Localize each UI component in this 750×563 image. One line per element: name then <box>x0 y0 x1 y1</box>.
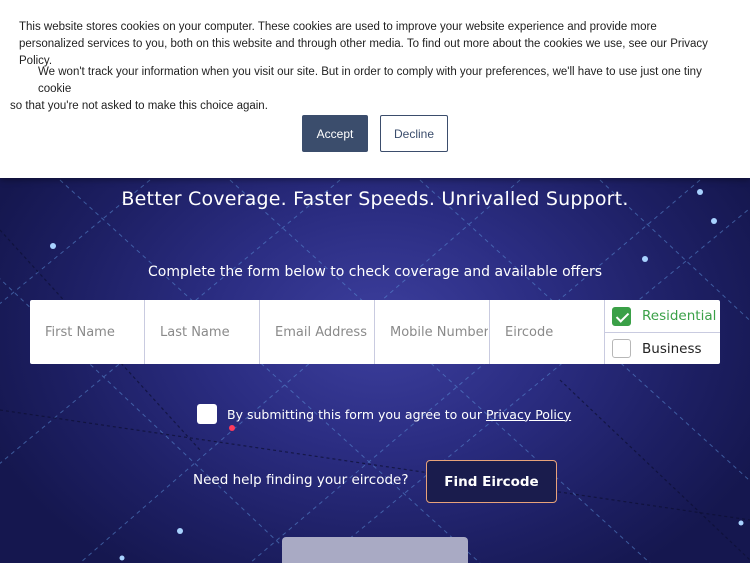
coverage-form: Residential Business <box>30 300 720 364</box>
eircode-field[interactable] <box>490 300 605 364</box>
residential-label: Residential <box>642 308 717 324</box>
mobile-input[interactable] <box>390 324 488 340</box>
eircode-input[interactable] <box>505 324 603 340</box>
email-input[interactable] <box>275 324 373 340</box>
cookie-text-secondary: We won't track your information when you… <box>10 64 728 115</box>
eircode-help-text: Need help finding your eircode? <box>193 472 409 488</box>
find-eircode-button[interactable]: Find Eircode <box>426 460 557 503</box>
first-name-input[interactable] <box>45 324 143 340</box>
mobile-field[interactable] <box>375 300 490 364</box>
email-field[interactable] <box>260 300 375 364</box>
cookie-text-secondary-line1: We won't track your information when you… <box>38 66 702 95</box>
accept-cookies-button[interactable]: Accept <box>302 115 368 152</box>
cookie-text-secondary-line2: so that you're not asked to make this ch… <box>10 100 268 112</box>
submit-button[interactable] <box>282 537 468 563</box>
last-name-input[interactable] <box>160 324 258 340</box>
option-business[interactable]: Business <box>605 332 720 364</box>
option-residential[interactable]: Residential <box>605 300 720 332</box>
cookie-text-primary: This website stores cookies on your comp… <box>19 21 708 67</box>
last-name-field[interactable] <box>145 300 260 364</box>
privacy-policy-link[interactable]: Privacy Policy <box>486 407 571 422</box>
first-name-field[interactable] <box>30 300 145 364</box>
residential-checkbox[interactable] <box>612 306 631 326</box>
consent-text: By submitting this form you agree to our <box>227 406 482 422</box>
business-checkbox[interactable] <box>612 339 631 358</box>
customer-type-options: Residential Business <box>605 300 720 364</box>
consent-row: By submitting this form you agree to our… <box>197 404 571 424</box>
hero-subline: Complete the form below to check coverag… <box>148 264 602 280</box>
consent-checkbox[interactable] <box>197 404 217 424</box>
business-label: Business <box>642 340 702 357</box>
decline-cookies-button[interactable]: Decline <box>380 115 448 152</box>
cookie-banner: This website stores cookies on your comp… <box>0 0 750 178</box>
hero-headline: Better Coverage. Faster Speeds. Unrivall… <box>121 188 629 210</box>
